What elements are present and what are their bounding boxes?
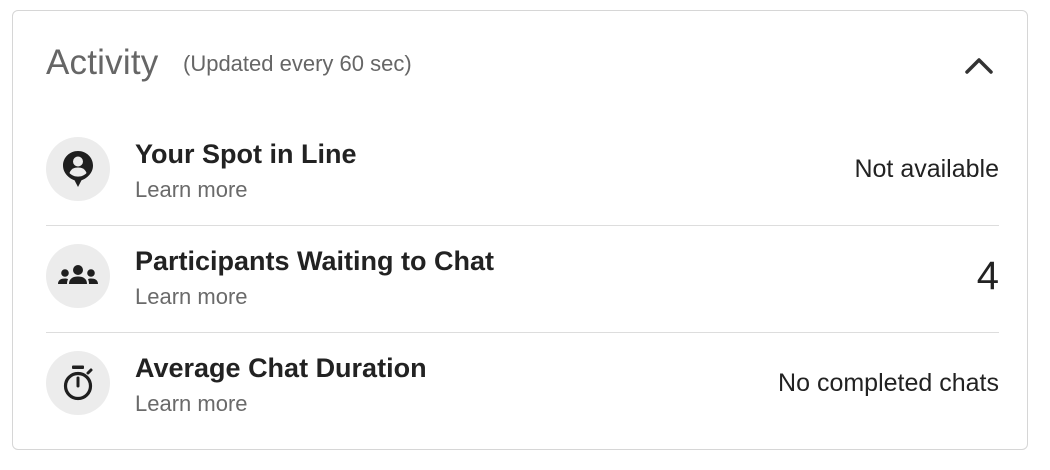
- row-value: 4: [976, 254, 999, 298]
- learn-more-link[interactable]: Learn more: [135, 391, 248, 417]
- row-label: Average Chat Duration: [135, 353, 427, 383]
- row-value: Not available: [854, 155, 999, 183]
- row-value: No completed chats: [778, 369, 999, 397]
- row-label: Participants Waiting to Chat: [135, 246, 495, 276]
- activity-list: Your Spot in Line Learn more Not availab…: [46, 119, 999, 440]
- collapse-button[interactable]: [961, 47, 997, 83]
- chevron-up-icon: [965, 58, 993, 74]
- person-pin-icon: [46, 137, 110, 201]
- learn-more-link[interactable]: Learn more: [135, 177, 248, 203]
- stopwatch-icon: [46, 351, 110, 415]
- group-icon: [46, 244, 110, 308]
- list-item-average-duration: Average Chat Duration Learn more No comp…: [46, 333, 999, 440]
- row-label: Your Spot in Line: [135, 139, 357, 169]
- panel-subtitle: (Updated every 60 sec): [183, 51, 412, 76]
- panel-title: Activity: [46, 43, 159, 82]
- activity-header[interactable]: Activity (Updated every 60 sec): [13, 11, 1027, 119]
- list-item-participants-waiting: Participants Waiting to Chat Learn more …: [46, 226, 999, 333]
- learn-more-link[interactable]: Learn more: [135, 284, 248, 310]
- activity-panel: Activity (Updated every 60 sec) Your Spo…: [12, 10, 1028, 450]
- list-item-spot-in-line: Your Spot in Line Learn more Not availab…: [46, 119, 999, 226]
